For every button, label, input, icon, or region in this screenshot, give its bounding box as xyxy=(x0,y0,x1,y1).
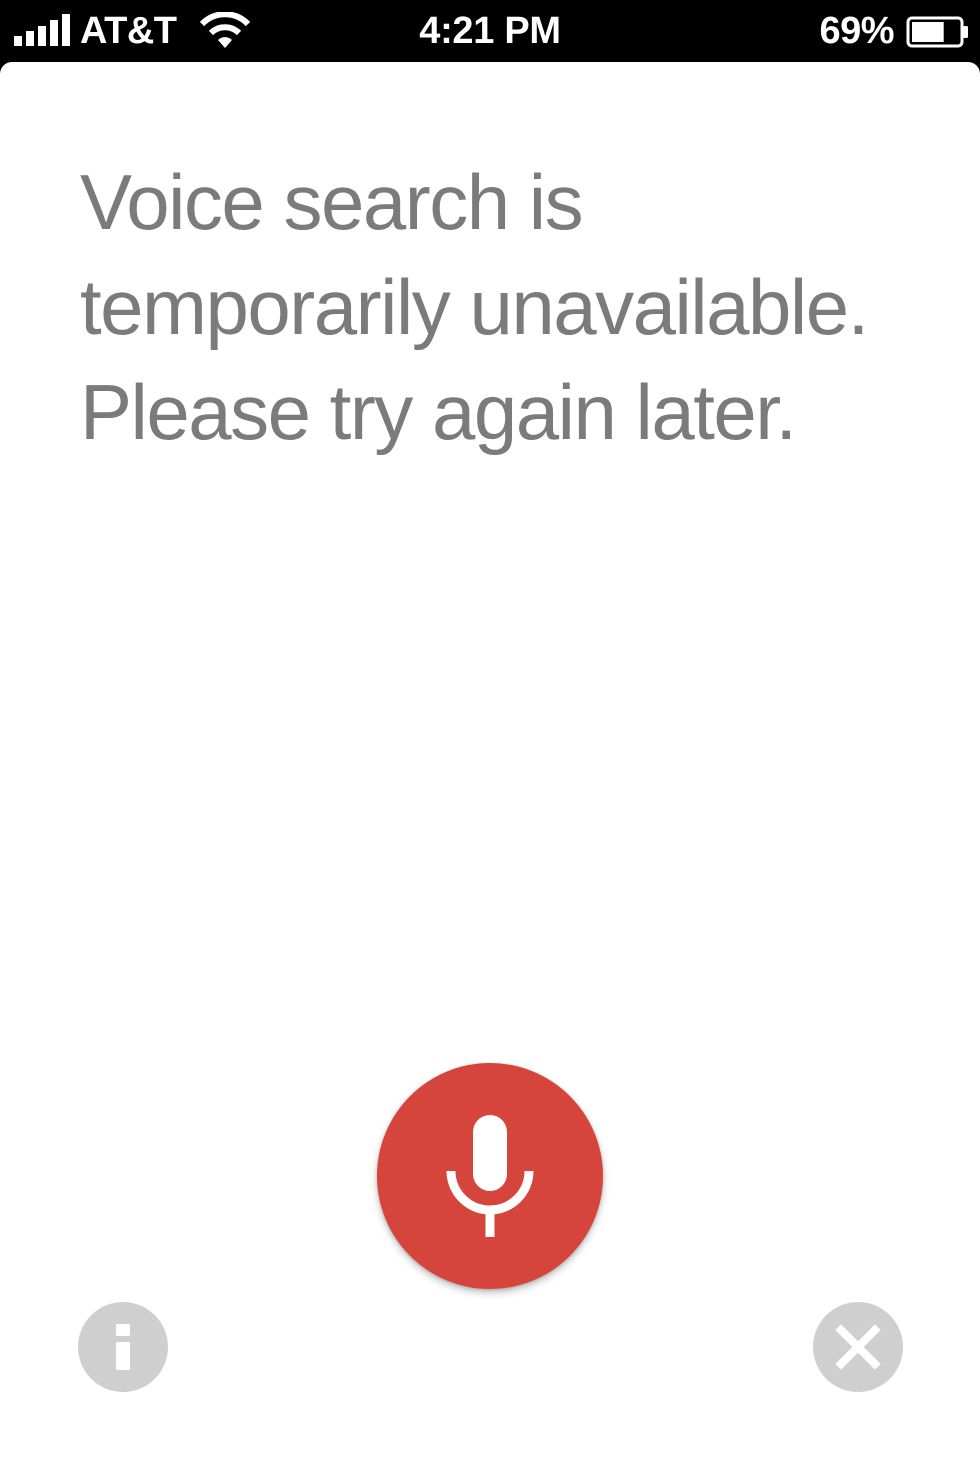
close-button[interactable] xyxy=(813,1302,903,1392)
microphone-icon xyxy=(446,1115,534,1237)
voice-search-panel: Voice search is temporarily unavailable.… xyxy=(0,62,980,1470)
message-line: temporarily unavailable. xyxy=(80,263,869,351)
voice-search-error-message: Voice search is temporarily unavailable.… xyxy=(80,150,940,465)
status-bar: AT&T 4:21 PM 69% xyxy=(0,0,980,62)
message-line: Please try again later. xyxy=(80,368,797,456)
close-icon xyxy=(835,1324,881,1370)
microphone-button[interactable] xyxy=(377,1063,603,1289)
battery-icon xyxy=(906,16,968,48)
phone-screen: AT&T 4:21 PM 69% Voice search is tempora… xyxy=(0,0,980,1470)
info-button[interactable] xyxy=(78,1302,168,1392)
battery-percentage: 69% xyxy=(819,10,894,52)
info-icon xyxy=(116,1324,130,1370)
message-line: Voice search is xyxy=(80,158,584,246)
